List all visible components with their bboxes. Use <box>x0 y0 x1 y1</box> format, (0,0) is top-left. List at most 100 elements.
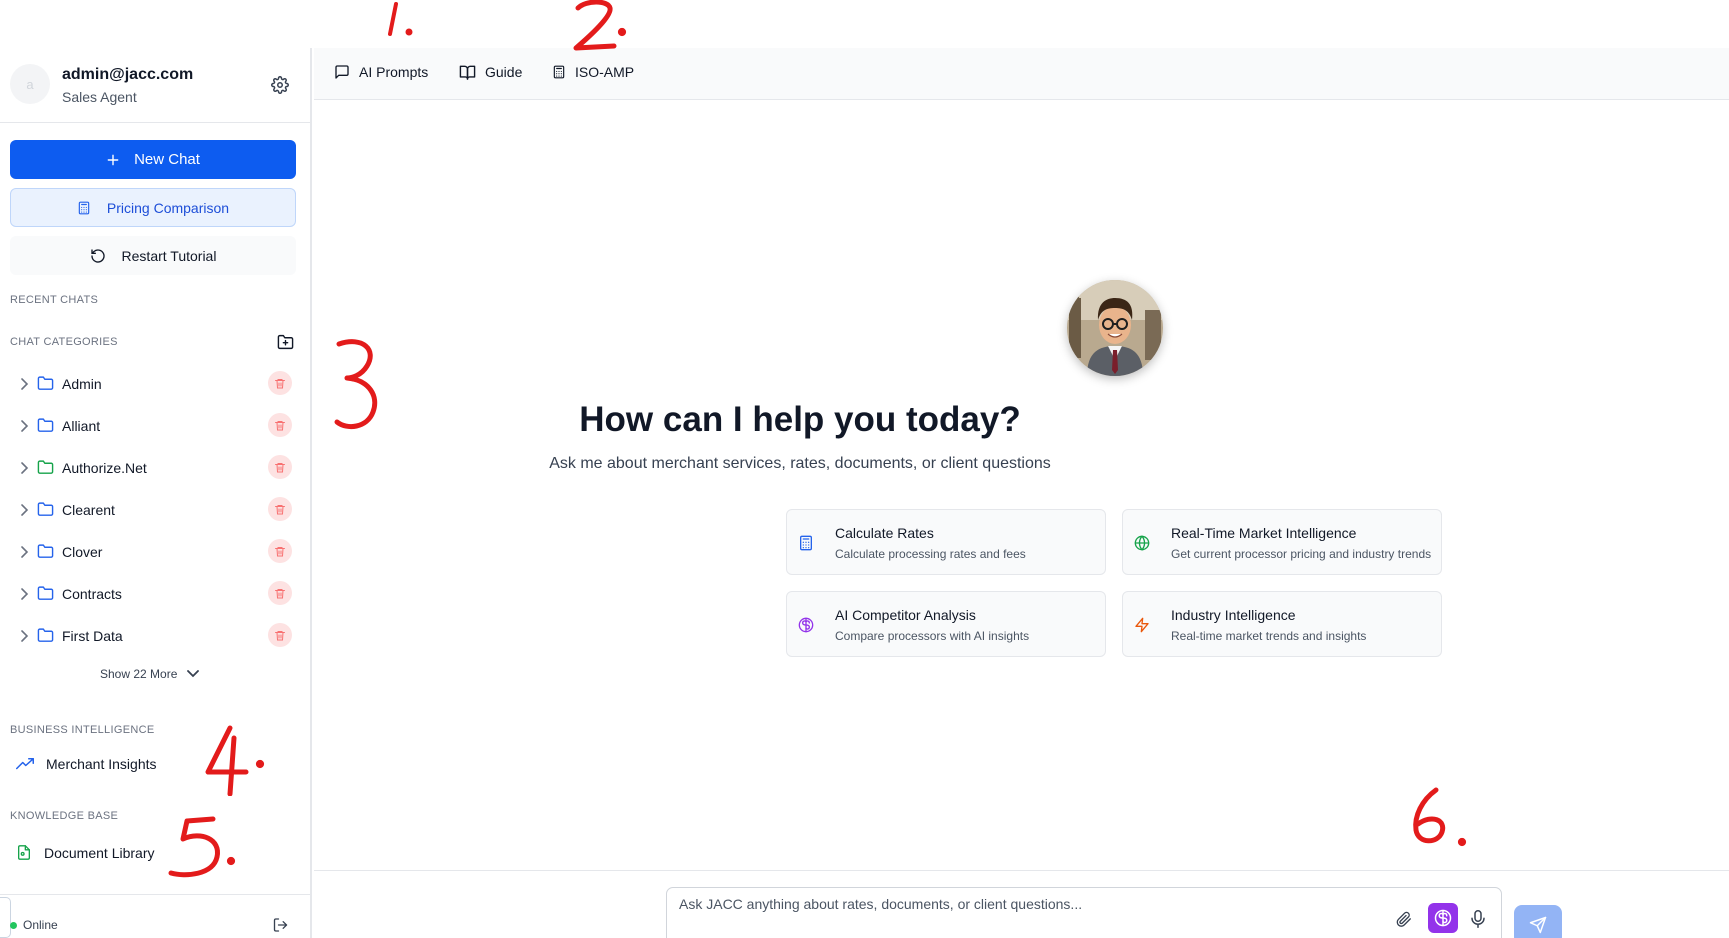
new-chat-label: New Chat <box>134 151 200 168</box>
show-more-button[interactable]: Show 22 More <box>100 667 200 681</box>
card-title: Industry Intelligence <box>1171 607 1296 623</box>
gear-icon[interactable] <box>271 76 289 94</box>
trash-icon <box>275 546 285 556</box>
recent-chats-heading: RECENT CHATS <box>10 294 99 306</box>
annotation-3 <box>334 339 378 430</box>
card-market-intelligence[interactable]: Real-Time Market Intelligence Get curren… <box>1122 509 1442 575</box>
file-icon <box>18 845 30 860</box>
rotate-ccw-icon <box>90 248 105 263</box>
sidebar-footer-divider <box>0 894 310 895</box>
folder-icon <box>37 586 54 600</box>
delete-category-button[interactable] <box>268 497 292 521</box>
tab-iso-amp[interactable]: ISO-AMP <box>552 64 634 80</box>
paperclip-icon[interactable] <box>1396 911 1412 928</box>
calculator-icon <box>800 535 812 551</box>
tab-label: ISO-AMP <box>575 64 635 80</box>
annotation-2 <box>573 0 627 51</box>
new-chat-button[interactable]: New Chat <box>10 140 296 179</box>
annotation-6 <box>1413 787 1467 847</box>
delete-category-button[interactable] <box>268 539 292 563</box>
profile-email: admin@jacc.com <box>62 66 194 83</box>
tab-label: Guide <box>485 64 523 80</box>
chevron-right-icon[interactable] <box>20 588 29 600</box>
online-dot <box>10 921 17 929</box>
card-industry-intelligence[interactable]: Industry Intelligence Real-time market t… <box>1122 591 1442 657</box>
category-item[interactable]: Contracts <box>0 577 300 613</box>
folder-icon <box>37 376 54 390</box>
card-competitor-analysis[interactable]: AI Competitor Analysis Compare processor… <box>786 591 1106 657</box>
chat-categories-heading: CHAT CATEGORIES <box>10 336 118 348</box>
chevron-right-icon[interactable] <box>20 630 29 642</box>
tab-label: AI Prompts <box>359 64 429 80</box>
category-label: Clover <box>62 544 103 560</box>
pricing-comparison-button[interactable]: Pricing Comparison <box>10 188 296 227</box>
category-item[interactable]: Clearent <box>0 493 300 529</box>
trash-icon <box>275 630 285 640</box>
send-button[interactable] <box>1514 905 1562 938</box>
microphone-icon[interactable] <box>1471 910 1485 928</box>
folder-icon <box>37 502 54 516</box>
calculator-icon <box>78 201 90 214</box>
trash-icon <box>275 588 285 598</box>
card-title: Calculate Rates <box>835 525 934 541</box>
folder-plus-icon[interactable] <box>277 334 294 350</box>
chevron-right-icon[interactable] <box>20 546 29 558</box>
assistant-avatar <box>1067 280 1163 376</box>
book-open-icon <box>459 65 476 80</box>
tab-guide[interactable]: Guide <box>459 64 522 80</box>
ai-mode-button[interactable] <box>1428 903 1458 933</box>
category-item[interactable]: Clover <box>0 535 300 571</box>
message-square-icon <box>335 65 349 79</box>
card-title: AI Competitor Analysis <box>835 607 976 623</box>
plus-icon <box>107 154 119 165</box>
category-label: Admin <box>62 376 102 392</box>
profile-role: Sales Agent <box>62 89 137 105</box>
brain-icon <box>798 617 814 633</box>
chat-input-box <box>666 887 1502 938</box>
top-bar: AI Prompts Guide ISO-AMP <box>314 48 1729 100</box>
delete-category-button[interactable] <box>268 581 292 605</box>
document-library-link[interactable]: Document Library <box>16 844 155 861</box>
logout-icon[interactable] <box>272 917 289 933</box>
pricing-comparison-label: Pricing Comparison <box>106 199 230 216</box>
brain-icon <box>1434 909 1452 927</box>
restart-tutorial-button[interactable]: Restart Tutorial <box>10 236 296 275</box>
chevron-right-icon[interactable] <box>20 378 29 390</box>
document-library-label: Document Library <box>44 844 155 861</box>
restart-tutorial-label: Restart Tutorial <box>121 247 217 264</box>
tab-ai-prompts[interactable]: AI Prompts <box>334 64 428 80</box>
chat-welcome: How can I help you today? Ask me about m… <box>314 100 1729 870</box>
merchant-insights-link[interactable]: Merchant Insights <box>16 756 157 772</box>
category-item[interactable]: First Data <box>0 619 300 655</box>
welcome-title: How can I help you today? <box>579 400 1021 439</box>
chevron-down-icon <box>187 670 200 678</box>
category-item[interactable]: Admin <box>0 367 300 403</box>
folder-icon <box>37 628 54 642</box>
chat-input-bar <box>314 870 1729 938</box>
chevron-right-icon[interactable] <box>20 504 29 516</box>
delete-category-button[interactable] <box>268 623 292 647</box>
card-desc: Get current processor pricing and indust… <box>1171 547 1432 561</box>
assistant-portrait <box>1067 280 1163 376</box>
globe-icon <box>1134 535 1150 551</box>
calculator-icon <box>553 65 565 79</box>
business-intelligence-heading: BUSINESS INTELLIGENCE <box>10 724 155 736</box>
folder-icon <box>37 544 54 558</box>
category-label: First Data <box>62 628 123 644</box>
welcome-subtitle: Ask me about merchant services, rates, d… <box>549 455 1051 472</box>
sidebar: a admin@jacc.com Sales Agent New Chat Pr… <box>0 48 312 938</box>
zap-icon <box>1135 617 1149 633</box>
chat-input[interactable] <box>679 896 1319 912</box>
card-calculate-rates[interactable]: Calculate Rates Calculate processing rat… <box>786 509 1106 575</box>
avatar[interactable]: a <box>10 64 50 104</box>
card-desc: Compare processors with AI insights <box>835 629 1030 643</box>
card-title: Real-Time Market Intelligence <box>1171 525 1357 541</box>
card-desc: Real-time market trends and insights <box>1171 629 1367 643</box>
profile-header: a admin@jacc.com Sales Agent <box>0 48 310 123</box>
status-label: Online <box>23 918 58 932</box>
status-indicator: Online <box>10 918 58 932</box>
trending-up-icon <box>16 758 34 770</box>
delete-category-button[interactable] <box>268 371 292 395</box>
send-icon <box>1529 916 1547 934</box>
knowledge-base-heading: KNOWLEDGE BASE <box>10 810 119 822</box>
